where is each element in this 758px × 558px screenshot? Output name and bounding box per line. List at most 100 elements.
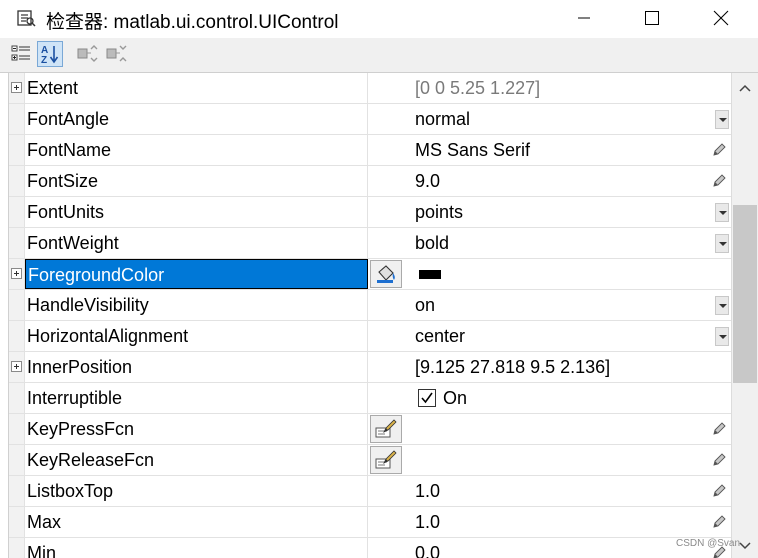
interruptible-checkbox[interactable]	[418, 389, 436, 407]
property-row-horizontalalignment[interactable]: HorizontalAlignment center	[9, 321, 732, 352]
chevron-up-icon	[739, 84, 751, 92]
watermark: CSDN @Svan	[676, 538, 741, 549]
property-row-fontunits[interactable]: FontUnits points	[9, 197, 732, 228]
property-value[interactable]: 1.0	[415, 507, 440, 537]
svg-text:Z: Z	[41, 55, 47, 65]
categorized-view-button[interactable]	[8, 41, 34, 67]
row-gutter	[9, 321, 25, 351]
property-name[interactable]: ForegroundColor	[25, 259, 368, 289]
scrollbar-thumb[interactable]	[733, 205, 757, 383]
checkbox-label: On	[443, 388, 468, 408]
row-gutter	[9, 476, 25, 506]
row-gutter	[9, 414, 25, 444]
property-row-fontname[interactable]: FontName MS Sans Serif	[9, 135, 732, 166]
callback-editor-button[interactable]	[370, 415, 402, 443]
minimize-button[interactable]	[549, 0, 619, 36]
property-name[interactable]: Interruptible	[25, 383, 368, 413]
property-name[interactable]: FontUnits	[25, 197, 368, 227]
property-name[interactable]: FontAngle	[25, 104, 368, 134]
property-name[interactable]: Min	[25, 538, 368, 558]
property-value[interactable]: on	[415, 290, 435, 320]
property-name[interactable]: FontSize	[25, 166, 368, 196]
property-name[interactable]: FontName	[25, 135, 368, 165]
categorized-list-icon	[11, 45, 30, 61]
pencil-icon[interactable]	[711, 452, 727, 468]
pencil-icon[interactable]	[711, 483, 727, 499]
property-value[interactable]: points	[415, 197, 463, 227]
pencil-icon[interactable]	[711, 421, 727, 437]
color-picker-button[interactable]	[370, 260, 402, 288]
row-gutter	[9, 135, 25, 165]
property-name[interactable]: ListboxTop	[25, 476, 368, 506]
color-swatch[interactable]	[419, 270, 441, 279]
property-grid: Extent [0 0 5.25 1.227] FontAngle normal Fon…	[8, 73, 732, 558]
row-gutter	[9, 445, 25, 475]
property-value[interactable]: 9.0	[415, 166, 440, 196]
sort-alphabetical-button[interactable]: A Z	[37, 41, 63, 67]
paint-bucket-icon	[377, 265, 395, 283]
pencil-icon[interactable]	[711, 514, 727, 530]
property-row-fontsize[interactable]: FontSize 9.0	[9, 166, 732, 197]
property-value[interactable]: 1.0	[415, 476, 440, 506]
property-value[interactable]: normal	[415, 104, 470, 134]
close-button[interactable]	[686, 0, 756, 36]
scroll-up-button[interactable]	[732, 77, 758, 99]
property-value[interactable]: bold	[415, 228, 449, 258]
property-row-keyreleasefcn[interactable]: KeyReleaseFcn	[9, 445, 732, 476]
pencil-icon[interactable]	[711, 173, 727, 189]
row-gutter	[9, 166, 25, 196]
expand-plus-icon[interactable]	[11, 268, 22, 279]
checkmark-icon	[421, 392, 433, 404]
row-gutter	[9, 197, 25, 227]
property-name[interactable]: FontWeight	[25, 228, 368, 258]
expand-all-button[interactable]	[75, 41, 101, 67]
row-gutter	[9, 538, 25, 558]
property-name[interactable]: InnerPosition	[25, 352, 368, 382]
maximize-button[interactable]	[617, 0, 687, 36]
property-value[interactable]: center	[415, 321, 465, 351]
callback-editor-button[interactable]	[370, 446, 402, 474]
property-name[interactable]: KeyReleaseFcn	[25, 445, 368, 475]
maximize-icon	[645, 11, 659, 25]
property-row-handlevisibility[interactable]: HandleVisibility on	[9, 290, 732, 321]
property-row-fontangle[interactable]: FontAngle normal	[9, 104, 732, 135]
property-name[interactable]: HorizontalAlignment	[25, 321, 368, 351]
dropdown-arrow-button[interactable]	[715, 110, 729, 129]
dropdown-arrow-button[interactable]	[715, 296, 729, 315]
pencil-icon[interactable]	[711, 142, 727, 158]
row-gutter	[9, 104, 25, 134]
callback-edit-icon	[375, 450, 397, 469]
property-row-innerposition[interactable]: InnerPosition [9.125 27.818 9.5 2.136]	[9, 352, 732, 383]
expand-plus-icon[interactable]	[11, 82, 22, 93]
dropdown-arrow-button[interactable]	[715, 203, 729, 222]
row-gutter	[9, 259, 25, 289]
property-row-keypressfcn[interactable]: KeyPressFcn	[9, 414, 732, 445]
expand-plus-icon[interactable]	[11, 361, 22, 372]
property-name[interactable]: Extent	[25, 73, 368, 103]
property-row-fontweight[interactable]: FontWeight bold	[9, 228, 732, 259]
inspector-toolbar: A Z	[0, 38, 758, 73]
property-row-interruptible[interactable]: Interruptible On	[9, 383, 732, 414]
inspector-app-icon	[17, 10, 36, 27]
property-value[interactable]: 0.0	[415, 538, 440, 558]
dropdown-arrow-button[interactable]	[715, 327, 729, 346]
callback-edit-icon	[375, 419, 397, 438]
chevron-down-icon	[739, 542, 751, 550]
row-gutter	[9, 290, 25, 320]
property-name[interactable]: KeyPressFcn	[25, 414, 368, 444]
row-gutter	[9, 228, 25, 258]
close-icon	[713, 10, 729, 26]
property-name[interactable]: HandleVisibility	[25, 290, 368, 320]
property-row-foregroundcolor[interactable]: ForegroundColor	[9, 259, 732, 290]
property-name[interactable]: Max	[25, 507, 368, 537]
collapse-all-button[interactable]	[104, 41, 130, 67]
dropdown-arrow-button[interactable]	[715, 234, 729, 253]
window-title: 检查器: matlab.ui.control.UIControl	[46, 12, 339, 33]
property-row-listboxtop[interactable]: ListboxTop 1.0	[9, 476, 732, 507]
property-row-max[interactable]: Max 1.0	[9, 507, 732, 538]
property-value[interactable]: [9.125 27.818 9.5 2.136]	[415, 352, 610, 382]
vertical-scrollbar[interactable]	[731, 73, 758, 558]
property-value[interactable]: MS Sans Serif	[415, 135, 530, 165]
property-row-extent[interactable]: Extent [0 0 5.25 1.227]	[9, 73, 732, 104]
property-row-min[interactable]: Min 0.0	[9, 538, 732, 558]
